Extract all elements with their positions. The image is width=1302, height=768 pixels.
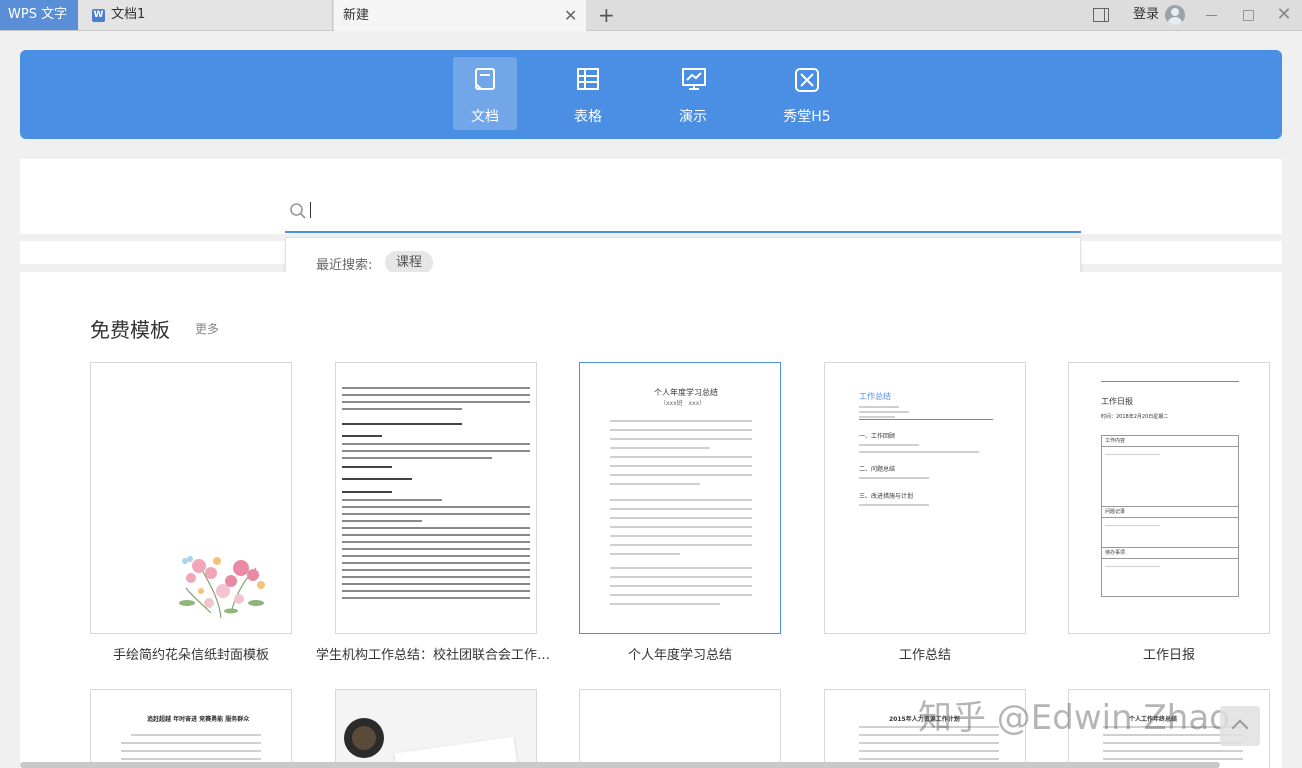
document-tab[interactable]: W 文档1 <box>79 0 383 30</box>
thumb-title: 工作总结 <box>859 392 891 401</box>
category-label: 秀堂H5 <box>783 109 831 125</box>
text-caret <box>310 202 311 218</box>
horizontal-scrollbar[interactable] <box>20 762 1220 768</box>
thumb-title: 工作日报 <box>1101 397 1133 406</box>
minimize-icon[interactable] <box>1202 0 1222 30</box>
document-icon <box>475 68 495 90</box>
thumb-date: 时间：2018年2月20日星期二 <box>1101 414 1169 420</box>
report-row-label: 问题记录 <box>1105 509 1126 515</box>
table-icon <box>577 68 599 90</box>
template-card-study-summary[interactable]: 个人年度学习总结 （xxx班 xxx） <box>579 362 781 634</box>
template-caption[interactable]: 工作总结 <box>805 644 1045 663</box>
report-table: 工作内容 问题记录 待办事项 <box>1101 435 1239 597</box>
report-row-label: 待办事项 <box>1105 550 1126 556</box>
close-tab-icon[interactable]: ✕ <box>564 0 577 31</box>
search-input[interactable] <box>310 198 1070 224</box>
template-caption[interactable]: 工作日报 <box>1049 644 1289 663</box>
category-label: 文档 <box>471 109 499 125</box>
template-caption[interactable]: 学生机构工作总结：校社团联合会工作总结 <box>316 644 556 663</box>
template-card[interactable] <box>579 689 781 768</box>
more-link[interactable]: 更多 <box>195 320 219 337</box>
layout-toggle-icon[interactable] <box>1093 8 1109 22</box>
flower-illustration <box>179 556 265 619</box>
template-card-student-summary[interactable] <box>335 362 537 634</box>
category-table[interactable]: 表格 <box>556 57 620 130</box>
template-card-work-summary[interactable]: 工作总结 一、工作回顾 二、问题总结 三、改进措施与计划 <box>824 362 1026 634</box>
watermark: 知乎 @Edwin Zhao <box>918 698 1230 738</box>
template-card-flower-cover[interactable] <box>90 362 292 634</box>
template-caption[interactable]: 手绘简约花朵信纸封面模板 <box>71 644 311 663</box>
wps-writer-icon: W <box>92 9 105 22</box>
recent-search-label: 最近搜索: <box>316 258 373 273</box>
category-label: 演示 <box>679 109 707 125</box>
category-label: 表格 <box>574 109 602 125</box>
recent-search-chip[interactable]: 课程 <box>385 251 433 274</box>
avatar[interactable] <box>1165 5 1185 25</box>
document-tab-label: 文档1 <box>111 7 146 22</box>
thumb-section: 一、工作回顾 <box>859 433 896 440</box>
thumb-section: 三、改进措施与计划 <box>859 493 914 500</box>
maximize-icon[interactable] <box>1238 0 1258 30</box>
template-card-daily-report[interactable]: 工作日报 时间：2018年2月20日星期二 工作内容 问题记录 待办事项 <box>1068 362 1270 634</box>
add-tab-icon[interactable]: + <box>598 0 615 30</box>
scroll-to-top-icon[interactable] <box>1220 706 1260 746</box>
h5-icon <box>795 68 819 92</box>
app-menu-tab[interactable]: WPS 文字 <box>0 0 78 30</box>
thumb-title: 追赶超越 年时奋进 竞赛勇能 服务群众 <box>147 716 250 723</box>
new-tab-label: 新建 <box>343 8 370 23</box>
close-window-icon[interactable]: ✕ <box>1274 0 1294 30</box>
thumb-title: 个人年度学习总结 <box>654 388 718 397</box>
section-title: 免费模板 <box>90 318 170 342</box>
thumb-section: 二、问题总结 <box>859 466 896 473</box>
search-icon <box>290 203 306 219</box>
category-bar: 文档 表格 演示 秀堂H5 <box>20 50 1282 139</box>
template-card[interactable] <box>335 689 537 768</box>
category-presentation[interactable]: 演示 <box>661 57 725 130</box>
presentation-icon <box>682 68 706 90</box>
template-card[interactable]: 追赶超越 年时奋进 竞赛勇能 服务群众 <box>90 689 292 768</box>
new-tab[interactable]: 新建 ✕ <box>334 0 586 31</box>
category-document[interactable]: 文档 <box>453 57 517 130</box>
title-bar: WPS 文字 W 文档1 新建 ✕ + 登录 ✕ <box>0 0 1302 31</box>
search-underline <box>285 231 1081 233</box>
category-h5[interactable]: 秀堂H5 <box>774 57 840 130</box>
login-button[interactable]: 登录 <box>1133 0 1159 30</box>
report-row-label: 工作内容 <box>1105 438 1126 444</box>
thumb-subtitle: （xxx班 xxx） <box>660 400 706 407</box>
template-caption[interactable]: 个人年度学习总结 <box>560 644 800 663</box>
